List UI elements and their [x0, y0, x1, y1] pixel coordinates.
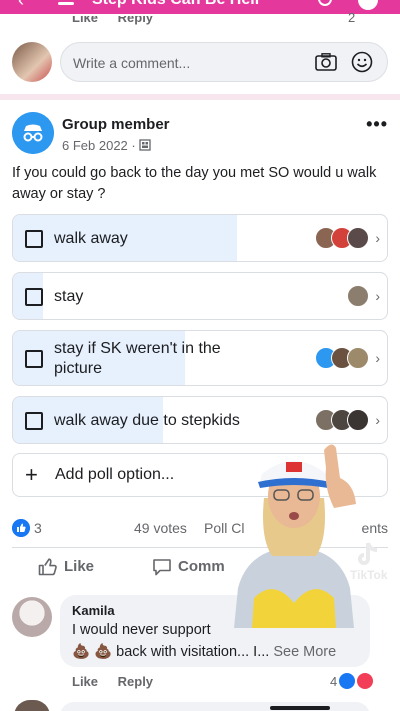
love-reaction-icon: [357, 673, 374, 689]
voter-avatars: [347, 285, 369, 307]
plus-icon: +: [25, 462, 38, 487]
info-icon[interactable]: [358, 0, 378, 10]
comment-actions: Like Reply: [72, 674, 169, 689]
more-options-icon[interactable]: •••: [366, 114, 388, 135]
post-header: Group member 6 Feb 2022 · •••: [12, 112, 388, 156]
like-label: Like: [64, 558, 95, 575]
like-button[interactable]: Like: [38, 558, 94, 576]
creator-video-overlay: [234, 444, 356, 628]
chevron-right-icon: ›: [375, 230, 380, 246]
avatar: [12, 42, 52, 82]
post-date-text: 6 Feb 2022 ·: [62, 138, 140, 153]
poll-option-label: stay: [54, 288, 84, 305]
app-header: ‹ Step Kids Can Be Hell: [0, 0, 400, 14]
chevron-right-icon: ›: [375, 412, 380, 428]
back-arrow-icon[interactable]: ‹: [18, 0, 24, 11]
votes-count[interactable]: 49 votes: [134, 520, 187, 536]
comment-author[interactable]: Kamila: [72, 603, 115, 618]
voter-avatars: [315, 227, 369, 249]
comments-count[interactable]: ents: [362, 520, 388, 536]
anonymous-member-avatar: [12, 112, 54, 154]
reaction-count: 4: [330, 673, 338, 689]
comment-composer: Write a comment...: [12, 40, 388, 84]
avatar[interactable]: [12, 597, 52, 637]
watermark-text: TikTok: [350, 568, 388, 582]
avatar: [14, 700, 50, 711]
prev-reply-link[interactable]: Reply: [118, 16, 153, 25]
like-reaction-icon: [339, 673, 356, 689]
poll-option-label: walk away: [54, 230, 128, 247]
poll-option-walk-away[interactable]: walk away ›: [12, 214, 388, 262]
like-reaction-icon: [12, 519, 30, 537]
comment-input[interactable]: Write a comment...: [60, 42, 388, 82]
section-divider: [0, 94, 400, 100]
privacy-icon: [139, 139, 151, 151]
see-more-link[interactable]: See More: [273, 644, 336, 660]
comment-button[interactable]: Comm: [152, 558, 225, 576]
voter-avatars: [315, 347, 369, 369]
post-date: 6 Feb 2022 ·: [62, 138, 151, 153]
camera-icon[interactable]: [315, 53, 337, 71]
prev-reaction-count: 2: [348, 10, 356, 25]
emoji-icon[interactable]: [351, 51, 373, 73]
add-poll-option-label: Add poll option...: [55, 466, 175, 483]
chevron-right-icon: ›: [375, 350, 380, 366]
comment-like-link[interactable]: Like: [72, 674, 98, 689]
prev-like-link[interactable]: Like: [72, 16, 98, 25]
poll-checkbox[interactable]: [25, 350, 43, 368]
comment-text-line2: back with visitation... I...: [116, 644, 270, 660]
comment-reactions[interactable]: 4: [330, 673, 374, 689]
menu-icon[interactable]: [58, 2, 74, 5]
thumbs-up-icon: [38, 558, 57, 576]
comment-text-line1: I would never support: [72, 622, 211, 638]
post-text: If you could go back to the day you met …: [12, 165, 377, 202]
voter-avatars: [315, 409, 369, 431]
poop-emoji-icon: 💩 💩: [72, 644, 113, 660]
comment-label: Comm: [178, 558, 225, 575]
poll-option-stay-if-sk[interactable]: stay if SK weren't in the picture ›: [12, 330, 388, 386]
comment-icon: [153, 559, 171, 576]
poll-checkbox[interactable]: [25, 288, 43, 306]
poll-option-stay[interactable]: stay ›: [12, 272, 388, 320]
chevron-right-icon: ›: [375, 288, 380, 304]
like-count[interactable]: 3: [34, 520, 42, 536]
comment-reply-link[interactable]: Reply: [118, 674, 153, 689]
post-author[interactable]: Group member: [62, 116, 170, 133]
prev-comment-actions: Like Reply: [72, 16, 169, 30]
group-title: Step Kids Can Be Hell: [92, 0, 259, 9]
tiktok-logo-icon: [358, 542, 378, 565]
poll-option-label: walk away due to stepkids: [54, 412, 240, 429]
poll-checkbox[interactable]: [25, 412, 43, 430]
poll-option-walk-away-stepkids[interactable]: walk away due to stepkids ›: [12, 396, 388, 444]
search-icon[interactable]: [318, 0, 332, 6]
comment-placeholder: Write a comment...: [73, 55, 191, 71]
tiktok-watermark: TikTok: [342, 540, 396, 598]
home-indicator: [270, 706, 330, 710]
poll-checkbox[interactable]: [25, 230, 43, 248]
poll-option-label: stay if SK weren't in the picture: [54, 340, 221, 377]
